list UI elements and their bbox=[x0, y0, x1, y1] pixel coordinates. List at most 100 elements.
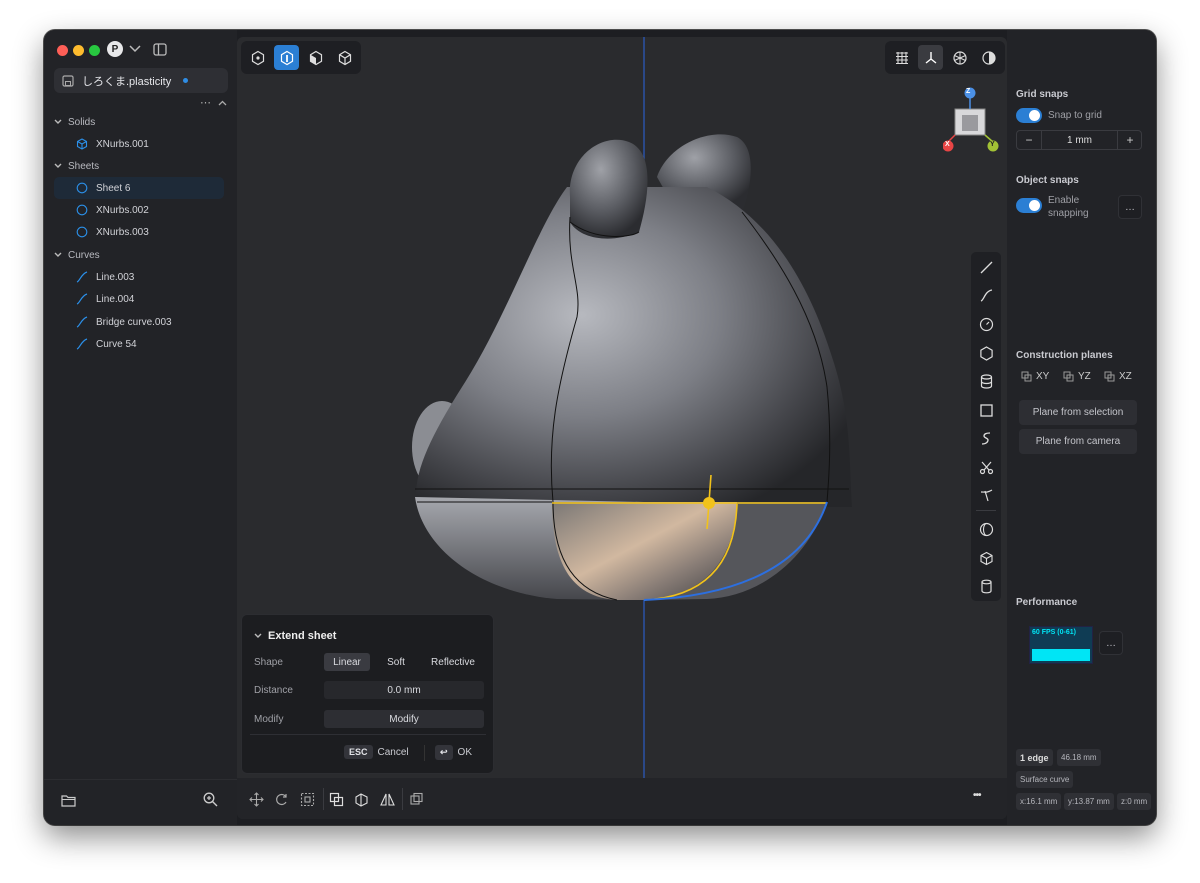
enter-key-badge: ↩ bbox=[435, 745, 453, 760]
performance-more-button[interactable]: … bbox=[1099, 631, 1123, 655]
axes-toggle-button[interactable] bbox=[918, 45, 943, 70]
spline-tool-button[interactable] bbox=[974, 426, 998, 450]
polygon-tool-button[interactable] bbox=[974, 341, 998, 365]
divider bbox=[402, 788, 403, 810]
duplicate-icon[interactable] bbox=[327, 790, 345, 808]
group-header-solids[interactable]: Solids bbox=[54, 113, 230, 131]
3d-viewport[interactable]: Z X Y Extend sheet Shape Linear Soft Ref… bbox=[237, 37, 1007, 819]
app-window: P しろくま.plasticity ⋯ Solids XNurbs.001 Sh… bbox=[44, 30, 1156, 825]
profile-avatar[interactable]: P bbox=[107, 41, 123, 57]
more-options-icon[interactable]: ⋯ bbox=[200, 96, 211, 109]
list-item-curve[interactable]: Bridge curve.003 bbox=[54, 311, 224, 333]
vertex-mode-button[interactable] bbox=[245, 45, 270, 70]
extrude-icon[interactable] bbox=[352, 790, 370, 808]
item-label: Bridge curve.003 bbox=[96, 316, 172, 328]
wireframe-toggle-button[interactable] bbox=[947, 45, 972, 70]
dialog-header[interactable]: Extend sheet bbox=[254, 630, 336, 642]
sidebar-toggle-icon[interactable] bbox=[152, 41, 168, 57]
shape-option-soft[interactable]: Soft bbox=[374, 653, 418, 671]
shading-toggle-button[interactable] bbox=[976, 45, 1001, 70]
folder-icon[interactable] bbox=[60, 792, 76, 808]
object-snaps-more-button[interactable]: … bbox=[1118, 195, 1142, 219]
group-header-sheets[interactable]: Sheets bbox=[54, 157, 230, 175]
plane-xy-label: XY bbox=[1036, 371, 1050, 382]
plane-yz-label: YZ bbox=[1078, 371, 1091, 382]
shape-option-reflective[interactable]: Reflective bbox=[422, 653, 484, 671]
scale-icon[interactable] bbox=[298, 790, 316, 808]
edge-mode-button[interactable] bbox=[274, 45, 299, 70]
grid-icon bbox=[895, 51, 908, 64]
edge-icon bbox=[280, 50, 293, 65]
list-item-sheet[interactable]: XNurbs.002 bbox=[54, 199, 224, 221]
close-window-button[interactable] bbox=[57, 45, 68, 56]
fillet-curve-tool-button[interactable] bbox=[974, 483, 998, 507]
list-item-sheet[interactable]: Sheet 6 bbox=[54, 177, 224, 199]
sheet-circle-icon bbox=[76, 204, 88, 216]
list-item-curve[interactable]: Line.004 bbox=[54, 288, 224, 310]
cylinder-tool-button[interactable] bbox=[974, 574, 998, 598]
group-label: Sheets bbox=[68, 160, 100, 172]
rotate-icon[interactable] bbox=[272, 790, 290, 808]
layers-tool-button[interactable] bbox=[974, 369, 998, 393]
solid-mode-button[interactable] bbox=[332, 45, 357, 70]
plane-xy-button[interactable]: XY bbox=[1021, 371, 1049, 382]
list-item-curve[interactable]: Curve 54 bbox=[54, 333, 224, 355]
move-icon[interactable] bbox=[247, 790, 265, 808]
grid-size-increment[interactable]: + bbox=[1117, 131, 1142, 149]
list-item-curve[interactable]: Line.003 bbox=[54, 266, 224, 288]
bottom-toolbar: ••• bbox=[237, 778, 1007, 819]
distance-input[interactable]: 0.0 mm bbox=[324, 681, 484, 699]
plane-xz-button[interactable]: XZ bbox=[1104, 371, 1132, 382]
plane-yz-button[interactable]: YZ bbox=[1063, 371, 1091, 382]
line-tool-button[interactable] bbox=[974, 255, 998, 279]
sphere-tool-button[interactable] bbox=[974, 517, 998, 541]
more-actions-icon[interactable]: ••• bbox=[973, 790, 981, 801]
plane-from-selection-button[interactable]: Plane from selection bbox=[1019, 400, 1137, 425]
axis-x-label: X bbox=[945, 141, 950, 148]
file-tab[interactable]: しろくま.plasticity bbox=[54, 68, 228, 93]
group-header-curves[interactable]: Curves bbox=[54, 246, 230, 264]
circle-tool-button[interactable] bbox=[974, 312, 998, 336]
list-item-solid[interactable]: XNurbs.001 bbox=[54, 133, 224, 155]
unsaved-indicator bbox=[183, 78, 189, 83]
grid-size-value[interactable]: 1 mm bbox=[1042, 131, 1117, 149]
snap-to-grid-toggle[interactable] bbox=[1016, 108, 1042, 123]
distance-label: Distance bbox=[254, 685, 293, 696]
box-tool-button[interactable] bbox=[974, 546, 998, 570]
chevron-down-icon[interactable] bbox=[128, 42, 142, 56]
enable-snapping-label-line2: snapping bbox=[1048, 208, 1089, 219]
cancel-label: Cancel bbox=[377, 746, 409, 758]
item-label: Curve 54 bbox=[96, 338, 137, 350]
minimize-window-button[interactable] bbox=[73, 45, 84, 56]
object-snaps-title: Object snaps bbox=[1016, 175, 1079, 186]
shape-label: Shape bbox=[254, 657, 283, 668]
sheet-circle-icon bbox=[76, 182, 88, 194]
extend-gizmo-handle[interactable] bbox=[703, 497, 715, 509]
zoom-in-icon[interactable] bbox=[202, 791, 218, 807]
zoom-window-button[interactable] bbox=[89, 45, 100, 56]
cut-tool-button[interactable] bbox=[974, 455, 998, 479]
curve-tool-button[interactable] bbox=[974, 283, 998, 307]
collapse-up-icon[interactable] bbox=[217, 98, 227, 108]
curve-icon bbox=[76, 271, 88, 283]
boolean-icon[interactable] bbox=[407, 790, 425, 808]
grid-size-decrement[interactable]: − bbox=[1017, 131, 1042, 149]
plane-from-camera-button[interactable]: Plane from camera bbox=[1019, 429, 1137, 454]
grid-snaps-title: Grid snaps bbox=[1016, 89, 1069, 100]
grid-toggle-button[interactable] bbox=[889, 45, 914, 70]
list-item-sheet[interactable]: XNurbs.003 bbox=[54, 221, 224, 243]
ok-action[interactable]: ↩ OK bbox=[435, 745, 472, 760]
divider bbox=[323, 788, 324, 810]
selection-mode-toolbar bbox=[241, 41, 361, 74]
view-cube[interactable]: Z X Y bbox=[942, 87, 999, 157]
performance-title: Performance bbox=[1016, 597, 1078, 608]
cancel-action[interactable]: ESC Cancel bbox=[344, 745, 409, 759]
enable-snapping-toggle[interactable] bbox=[1016, 198, 1042, 213]
modify-button[interactable]: Modify bbox=[324, 710, 484, 728]
mirror-icon[interactable] bbox=[378, 790, 396, 808]
face-mode-button[interactable] bbox=[303, 45, 328, 70]
fps-graph: 60 FPS (0-61) bbox=[1029, 626, 1093, 664]
rectangle-tool-button[interactable] bbox=[974, 398, 998, 422]
shape-option-linear[interactable]: Linear bbox=[324, 653, 370, 671]
creation-tools-strip bbox=[971, 252, 1001, 601]
